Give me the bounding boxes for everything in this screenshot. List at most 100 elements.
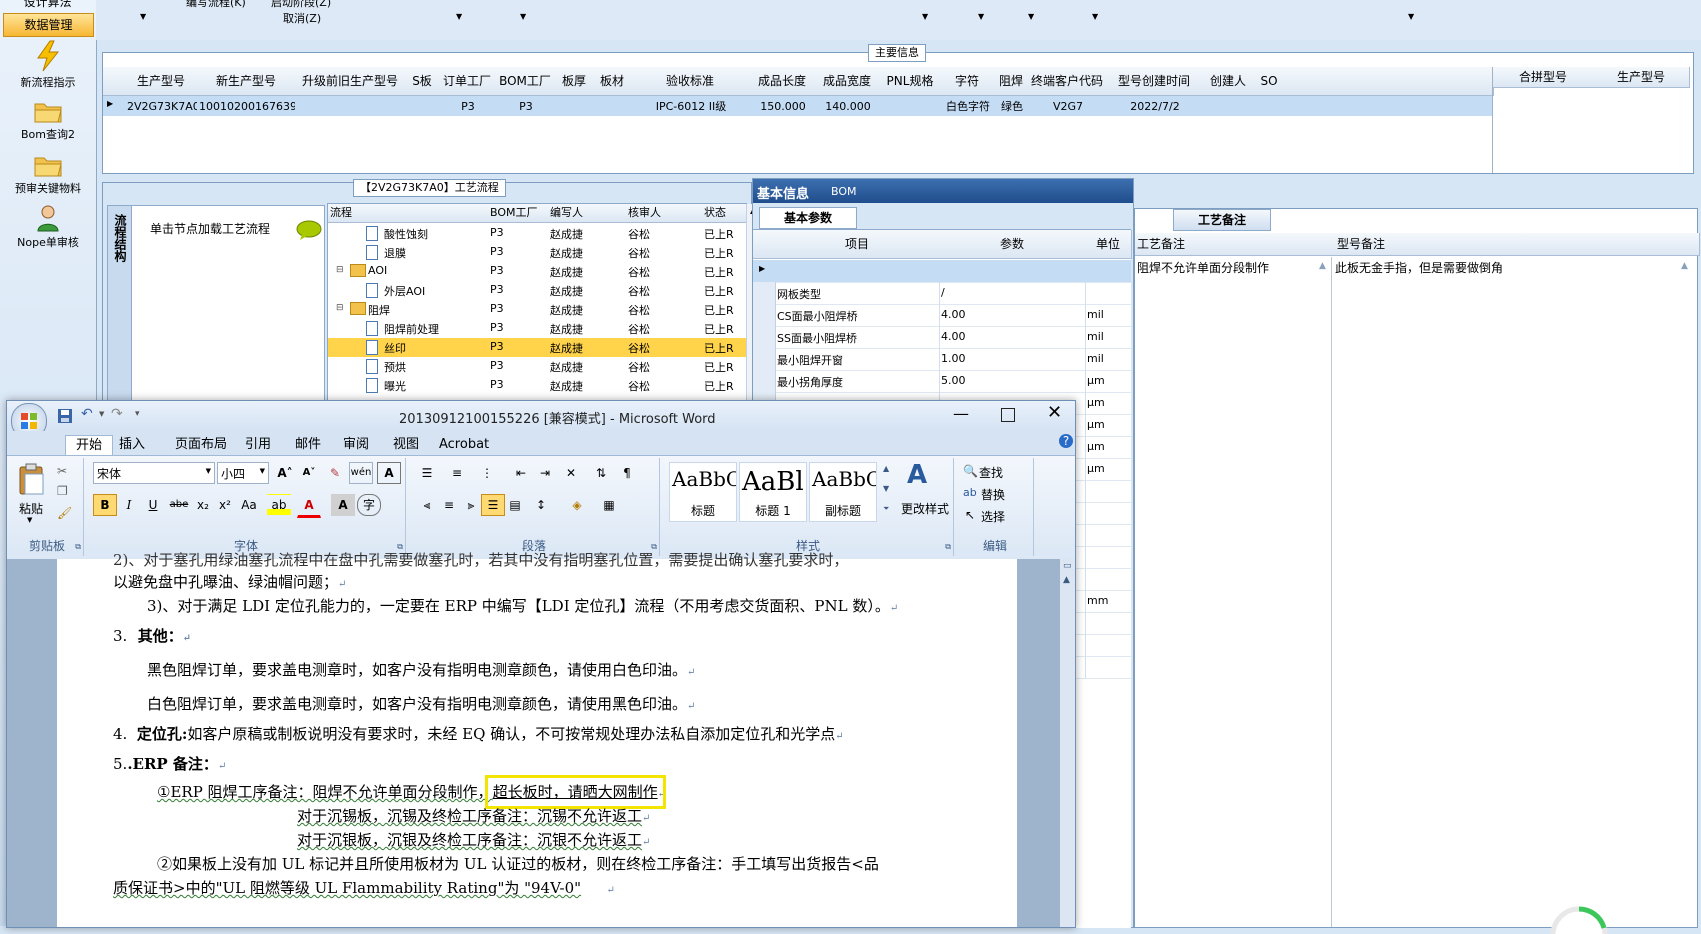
- replace-icon[interactable]: ab: [963, 486, 977, 499]
- find-icon[interactable]: 🔍: [963, 464, 978, 478]
- tab-basic-info[interactable]: 基本信息: [757, 183, 809, 202]
- column-header[interactable]: 状态: [702, 204, 749, 223]
- help-icon[interactable]: ?: [1059, 434, 1073, 448]
- grid-cell[interactable]: 白色字符: [943, 98, 993, 116]
- dropdown-arrow-icon[interactable]: ▼: [520, 12, 526, 21]
- tab-ribbon-1[interactable]: 插入: [119, 435, 145, 455]
- style-item[interactable]: AaBbC 副标题: [809, 462, 877, 522]
- grid-cell[interactable]: 2022/7/2: [1107, 98, 1203, 116]
- dialog-launcher-icon[interactable]: ⧉: [945, 542, 951, 552]
- column-header[interactable]: 流程: [328, 204, 491, 223]
- param-value[interactable]: /: [941, 286, 945, 299]
- column-header[interactable]: 新生产型号: [197, 67, 296, 96]
- phonetic-guide-icon[interactable]: wén: [349, 462, 373, 484]
- side-column-header[interactable]: 生产型号: [1593, 67, 1690, 88]
- param-item[interactable]: SS面最小阻焊桥: [777, 330, 857, 346]
- toolbar-label[interactable]: 启动阶段(Z): [271, 0, 331, 10]
- numbering-icon[interactable]: ≡: [445, 462, 469, 484]
- column-header[interactable]: 板材: [593, 67, 632, 96]
- grid-cell[interactable]: 2V2G73K7A0: [127, 98, 197, 116]
- strikethrough-icon[interactable]: abe: [167, 494, 191, 516]
- paste-icon[interactable]: [17, 462, 47, 496]
- process-remark-text[interactable]: 阻焊不允许单面分段制作: [1137, 259, 1317, 276]
- model-remark-text[interactable]: 此板无金手指，但是需要做倒角: [1335, 259, 1675, 276]
- multilevel-list-icon[interactable]: ⋮: [475, 462, 499, 484]
- scroll-up-icon[interactable]: ▲: [1063, 575, 1070, 585]
- highlight-icon[interactable]: ab: [267, 494, 291, 516]
- process-name[interactable]: 丝印: [384, 340, 406, 356]
- select-arrow-icon[interactable]: ↖: [965, 508, 975, 522]
- dropdown-arrow-icon[interactable]: ▼: [1092, 12, 1098, 21]
- justify-icon[interactable]: ☰: [481, 494, 505, 516]
- grid-cell[interactable]: 绿色: [995, 98, 1029, 116]
- process-name[interactable]: 曝光: [384, 378, 406, 394]
- document-page[interactable]: 2)、对于塞孔用绿油塞孔流程中在盘中孔需要做塞孔时，若其中没有指明塞孔位置，需要…: [57, 551, 1017, 927]
- param-item[interactable]: 最小拐角厚度: [777, 374, 843, 390]
- vertical-scrollbar[interactable]: ▭ ▲: [1059, 559, 1075, 927]
- decrease-indent-icon[interactable]: ⇤: [509, 462, 533, 484]
- column-header[interactable]: SO: [1253, 67, 1286, 96]
- align-center-icon[interactable]: ≡: [437, 494, 461, 516]
- font-color-icon[interactable]: A: [297, 494, 321, 518]
- column-header[interactable]: 编写人: [548, 204, 629, 223]
- change-styles-icon[interactable]: A: [907, 460, 927, 490]
- redo-icon[interactable]: ↷: [111, 406, 123, 422]
- column-header[interactable]: 终端客户代码: [1029, 67, 1106, 96]
- param-value[interactable]: 4.00: [941, 330, 966, 343]
- column-header[interactable]: 生产型号: [125, 67, 198, 96]
- process-name[interactable]: 阻焊前处理: [384, 321, 439, 337]
- param-item[interactable]: CS面最小阻焊桥: [777, 308, 858, 324]
- dropdown-arrow-icon[interactable]: ▼: [1408, 12, 1414, 21]
- dropdown-arrow-icon[interactable]: ▼: [260, 467, 265, 475]
- param-value[interactable]: 5.00: [941, 374, 966, 387]
- superscript-icon[interactable]: x²: [213, 494, 237, 516]
- collapse-toggle-icon[interactable]: ⊟: [336, 303, 344, 313]
- scroll-up-icon[interactable]: ▲: [1319, 261, 1326, 271]
- style-item[interactable]: AaBbC 标题: [669, 462, 737, 522]
- process-name[interactable]: 退膜: [384, 245, 406, 261]
- column-header[interactable]: 阻焊: [993, 67, 1030, 96]
- toolbar-label[interactable]: 编写流程(K): [186, 0, 246, 10]
- minimize-button[interactable]: —: [953, 404, 969, 423]
- subscript-icon[interactable]: x₂: [191, 494, 215, 516]
- column-header[interactable]: BOM工厂: [495, 67, 556, 96]
- line-spacing-icon[interactable]: ↕: [529, 494, 553, 516]
- copy-icon[interactable]: ❐: [57, 484, 68, 498]
- enclose-character-icon[interactable]: 字: [357, 494, 381, 516]
- column-header[interactable]: 单位: [1085, 230, 1132, 259]
- grid-cell[interactable]: V2G7: [1031, 98, 1105, 116]
- param-item[interactable]: 最小阻焊开窗: [777, 352, 843, 368]
- chinese-layout-icon[interactable]: ✕: [559, 462, 583, 484]
- font-size-select[interactable]: 小四 ▼: [217, 462, 269, 484]
- grid-cell[interactable]: [407, 98, 439, 116]
- tab-ribbon-2[interactable]: 页面布局: [175, 435, 227, 455]
- nav-design-algorithm[interactable]: 设计算法: [3, 0, 92, 13]
- format-painter-icon[interactable]: 🖌: [57, 506, 72, 520]
- grow-font-icon[interactable]: A˄: [273, 462, 297, 484]
- side-column-header[interactable]: 合拼型号: [1493, 67, 1594, 88]
- dropdown-arrow-icon[interactable]: ▼: [922, 12, 928, 21]
- param-value[interactable]: 4.00: [941, 308, 966, 321]
- tab-home[interactable]: 开始: [65, 435, 114, 456]
- maximize-button[interactable]: [1001, 408, 1015, 422]
- dropdown-arrow-icon[interactable]: ▼: [978, 12, 984, 21]
- column-header[interactable]: 字符: [941, 67, 994, 96]
- dropdown-arrow-icon[interactable]: ▼: [99, 410, 104, 418]
- scroll-up-icon[interactable]: ▲: [1681, 261, 1688, 271]
- column-header[interactable]: 订单工厂: [439, 67, 496, 96]
- grid-cell[interactable]: 150.000: [751, 98, 815, 116]
- column-header[interactable]: 创建人: [1203, 67, 1254, 96]
- dialog-launcher-icon[interactable]: ⧉: [75, 542, 81, 552]
- column-header[interactable]: 参数: [939, 230, 1086, 259]
- nav-item-bom-query[interactable]: Bom查询2: [0, 98, 96, 142]
- table-row[interactable]: [328, 300, 746, 319]
- cut-icon[interactable]: ✂: [57, 464, 67, 478]
- column-header[interactable]: 型号创建时间: [1105, 67, 1204, 96]
- shrink-font-icon[interactable]: A˅: [297, 462, 321, 484]
- grid-cell[interactable]: [1255, 98, 1285, 116]
- param-value[interactable]: 1.00: [941, 352, 966, 365]
- grid-cell[interactable]: [595, 98, 631, 116]
- find-label[interactable]: 查找: [979, 464, 1003, 481]
- nav-data-management[interactable]: 数据管理: [3, 13, 94, 37]
- grid-cell[interactable]: 140.000: [817, 98, 879, 116]
